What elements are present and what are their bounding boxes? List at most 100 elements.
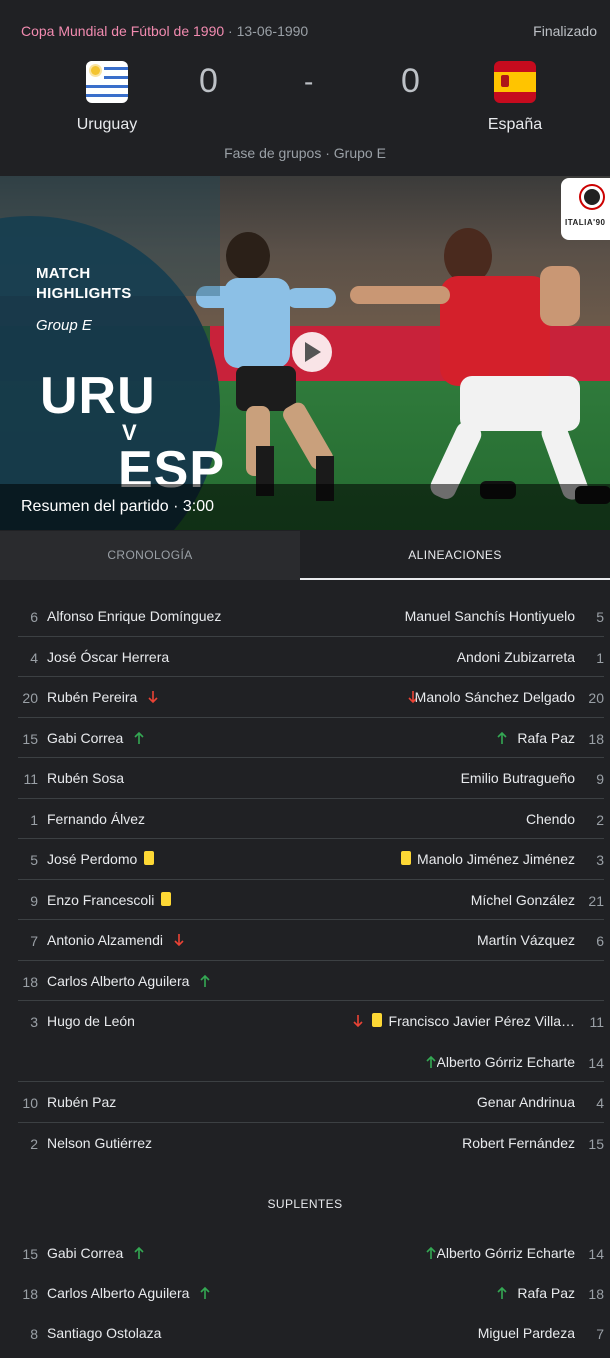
- yellow-card-icon: [144, 851, 154, 865]
- highlights-title-line2: HIGHLIGHTS: [36, 285, 132, 302]
- away-player-name[interactable]: Míchel González: [471, 892, 575, 908]
- lineup-row: 9 Enzo Francescoli Míchel González 21: [18, 880, 604, 920]
- lineup-row: 1 Fernando Álvez Chendo 2: [18, 799, 604, 839]
- home-score: 0: [199, 62, 218, 100]
- away-player-name[interactable]: Emilio Butragueño: [461, 770, 575, 786]
- away-player-name[interactable]: Chendo: [526, 811, 575, 827]
- sub-in-arrow-icon: [133, 730, 145, 746]
- lineup-row: 2 Nelson Gutiérrez Robert Fernández 15: [18, 1123, 604, 1164]
- home-player-number: 5: [30, 852, 38, 868]
- away-player-number: 9: [596, 771, 604, 787]
- sub-out-arrow-icon: [173, 932, 185, 948]
- lineup-row: 11 Rubén Sosa Emilio Butragueño 9: [18, 758, 604, 799]
- away-player-name[interactable]: Alberto Górriz Echarte: [437, 1245, 576, 1261]
- home-player-name[interactable]: Rubén Paz: [47, 1094, 116, 1110]
- match-date: · 13-06-1990: [224, 23, 309, 39]
- play-button[interactable]: [292, 332, 332, 372]
- away-player-name[interactable]: Robert Fernández: [462, 1135, 575, 1151]
- away-player-number: 18: [588, 730, 604, 747]
- lineup-row: 10 Rubén Paz Genar Andrinua 4: [18, 1082, 604, 1123]
- video-caption: Resumen del partido · 3:00: [21, 498, 214, 515]
- lineup-row: 3 Hugo de León Francisco Javier Pérez Vi…: [18, 1001, 604, 1042]
- sub-out-arrow-icon: [352, 1013, 364, 1029]
- lineup-row: 18 Carlos Alberto Aguilera: [18, 961, 604, 1001]
- away-player-name[interactable]: Manolo Sánchez Delgado: [415, 689, 575, 705]
- uruguay-flag-icon[interactable]: [86, 61, 128, 103]
- home-player-name[interactable]: José Perdomo: [47, 851, 137, 867]
- home-player-name[interactable]: Carlos Alberto Aguilera: [47, 973, 189, 989]
- home-player-number: 20: [22, 690, 38, 706]
- home-team-name[interactable]: Uruguay: [47, 116, 167, 134]
- away-player-name[interactable]: Miguel Pardeza: [478, 1325, 575, 1341]
- home-player-name[interactable]: Antonio Alzamendi: [47, 932, 163, 948]
- sub-in-arrow-icon: [199, 1285, 211, 1301]
- substitutes-list: 15 Gabi Correa Alberto Górriz Echarte 14…: [18, 1233, 604, 1353]
- substitutes-title: SUPLENTES: [267, 1197, 343, 1211]
- home-player-number: 10: [22, 1095, 38, 1111]
- away-player-name[interactable]: Genar Andrinua: [477, 1094, 575, 1110]
- match-phase: Fase de grupos · Grupo E: [224, 145, 386, 161]
- away-player-number: 1: [596, 649, 604, 666]
- home-player-number: 15: [22, 730, 38, 747]
- highlights-title: MATCH HIGHLIGHTS: [36, 264, 132, 304]
- home-player-number: 1: [30, 811, 38, 828]
- away-player-number: 7: [596, 1326, 604, 1342]
- substitute-row: 8 Santiago Ostolaza Miguel Pardeza 7: [18, 1313, 604, 1353]
- away-team-name[interactable]: España: [455, 116, 575, 134]
- away-player-name[interactable]: Andoni Zubizarreta: [457, 649, 575, 665]
- home-player-name[interactable]: Rubén Pereira: [47, 689, 137, 705]
- away-score: 0: [401, 62, 420, 100]
- away-player-name[interactable]: Manolo Jiménez Jiménez: [417, 851, 575, 867]
- home-player-number: 4: [30, 649, 38, 666]
- lineup-row: 20 Rubén Pereira Manolo Sánchez Delgado …: [18, 677, 604, 718]
- spain-flag-icon[interactable]: [494, 61, 536, 103]
- score-separator: -: [304, 66, 314, 97]
- home-player-name[interactable]: Hugo de León: [47, 1013, 135, 1029]
- tab-lineups[interactable]: ALINEACIONES: [300, 531, 610, 580]
- spain-player-figure: [350, 228, 610, 504]
- substitute-row: 18 Carlos Alberto Aguilera Rafa Paz 18: [18, 1273, 604, 1313]
- away-player-name[interactable]: Rafa Paz: [517, 1285, 575, 1301]
- away-player-number: 20: [588, 690, 604, 706]
- home-player-name[interactable]: Nelson Gutiérrez: [47, 1135, 152, 1151]
- home-player-name[interactable]: Alfonso Enrique Domínguez: [47, 608, 221, 624]
- yellow-card-icon: [401, 851, 411, 865]
- away-player-name[interactable]: Francisco Javier Pérez Villa…: [389, 1013, 575, 1029]
- away-player-name[interactable]: Alberto Górriz Echarte: [437, 1054, 576, 1070]
- home-player-name[interactable]: José Óscar Herrera: [47, 649, 169, 665]
- home-player-name[interactable]: Gabi Correa: [47, 730, 123, 746]
- home-player-number: 11: [23, 771, 38, 787]
- italia90-logo: ITALIA'90: [561, 178, 610, 240]
- sub-out-arrow-icon: [147, 689, 159, 705]
- highlights-video[interactable]: MATCH HIGHLIGHTS Group E URU V ESP ITALI…: [0, 176, 610, 530]
- home-player-number: 8: [30, 1326, 38, 1342]
- home-player-number: 18: [22, 973, 38, 990]
- lineup-row: Alberto Górriz Echarte 14: [18, 1042, 604, 1082]
- away-player-name[interactable]: Manuel Sanchís Hontiyuelo: [405, 608, 575, 624]
- tab-timeline[interactable]: CRONOLOGÍA: [0, 531, 300, 580]
- match-tabs: CRONOLOGÍA ALINEACIONES: [0, 531, 610, 580]
- away-player-name[interactable]: Rafa Paz: [517, 730, 575, 746]
- competition-link[interactable]: Copa Mundial de Fútbol de 1990: [21, 23, 224, 39]
- home-player-name[interactable]: Carlos Alberto Aguilera: [47, 1285, 189, 1301]
- home-player-name[interactable]: Enzo Francescoli: [47, 892, 154, 908]
- away-player-number: 5: [596, 609, 604, 625]
- home-player-name[interactable]: Fernando Álvez: [47, 811, 145, 827]
- sub-in-arrow-icon: [425, 1245, 437, 1261]
- home-player-name[interactable]: Santiago Ostolaza: [47, 1325, 161, 1341]
- match-status: Finalizado: [533, 23, 597, 39]
- away-player-number: 11: [589, 1014, 604, 1030]
- away-player-name[interactable]: Martín Vázquez: [477, 932, 575, 948]
- yellow-card-icon: [372, 1013, 382, 1027]
- lineup-row: 4 José Óscar Herrera Andoni Zubizarreta …: [18, 637, 604, 677]
- tab-lineups-label: ALINEACIONES: [408, 548, 502, 562]
- highlights-title-line1: MATCH: [36, 265, 91, 282]
- sub-in-arrow-icon: [199, 973, 211, 989]
- home-player-name[interactable]: Rubén Sosa: [47, 770, 124, 786]
- italia90-logo-text: ITALIA'90: [565, 218, 606, 227]
- home-player-number: 2: [30, 1135, 38, 1152]
- tab-active-indicator: [300, 578, 610, 580]
- lineup-row: 15 Gabi Correa Rafa Paz 18: [18, 718, 604, 758]
- home-player-name[interactable]: Gabi Correa: [47, 1245, 123, 1261]
- lineups-list: 6 Alfonso Enrique Domínguez Manuel Sanch…: [18, 596, 604, 1163]
